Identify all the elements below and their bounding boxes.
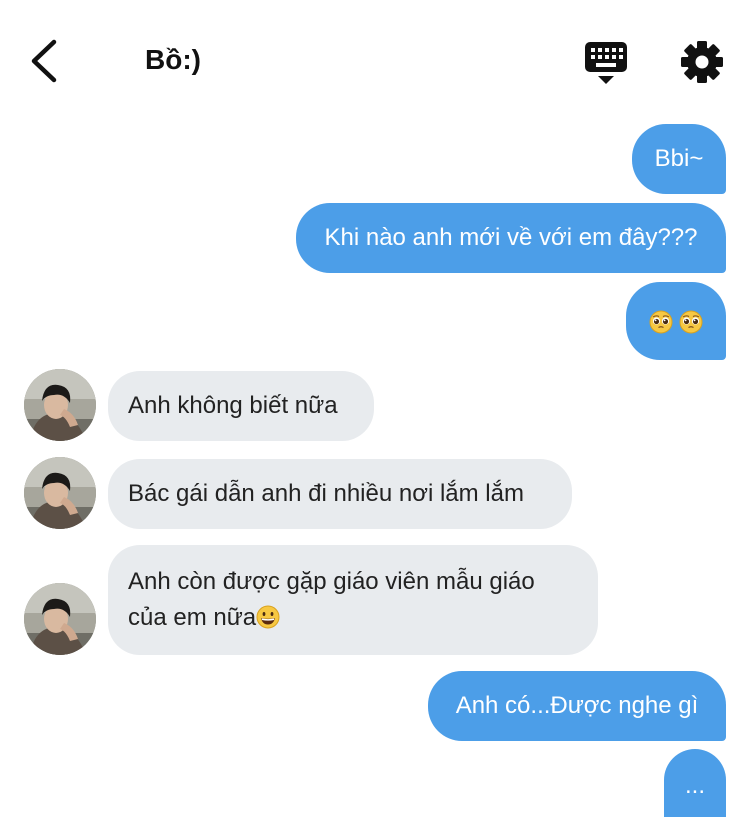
- gear-icon: [681, 41, 723, 83]
- avatar[interactable]: [24, 583, 96, 655]
- message-text: Anh không biết nữa: [128, 392, 338, 419]
- grinning-face-icon: [256, 605, 280, 629]
- incoming-message[interactable]: Anh còn được gặp giáo viên mẫu giáo của …: [108, 545, 598, 655]
- outgoing-message[interactable]: Anh có...Được nghe gì: [428, 671, 726, 741]
- outgoing-message[interactable]: [626, 282, 726, 360]
- outgoing-message[interactable]: ...: [664, 749, 726, 817]
- message-text: Bbi~: [654, 145, 704, 172]
- message-text-line: của em nữa: [128, 600, 598, 636]
- chat-title[interactable]: Bồ:): [145, 44, 201, 76]
- chat-header: Bồ:): [0, 0, 750, 110]
- keyboard-icon: [585, 42, 627, 84]
- keyboard-button[interactable]: [582, 40, 630, 86]
- incoming-message[interactable]: Bác gái dẫn anh đi nhiều nơi lắm lắm: [108, 459, 572, 529]
- avatar[interactable]: [24, 457, 96, 529]
- message-text: Anh có...Được nghe gì: [455, 692, 699, 719]
- avatar-photo: [24, 583, 96, 655]
- pleading-face-icon: [679, 310, 703, 334]
- outgoing-message[interactable]: Khi nào anh mới về với em đây???: [296, 203, 726, 273]
- avatar-photo: [24, 457, 96, 529]
- pleading-face-icon: [649, 310, 673, 334]
- message-text: ...: [684, 772, 705, 799]
- message-text: Khi nào anh mới về với em đây???: [324, 224, 698, 251]
- chevron-left-icon: [31, 39, 57, 83]
- incoming-message[interactable]: Anh không biết nữa: [108, 371, 374, 441]
- avatar[interactable]: [24, 369, 96, 441]
- message-text-line: Anh còn được gặp giáo viên mẫu giáo: [128, 568, 535, 595]
- outgoing-message[interactable]: Bbi~: [632, 124, 726, 194]
- avatar-photo: [24, 369, 96, 441]
- settings-button[interactable]: [680, 40, 724, 84]
- message-text: Bác gái dẫn anh đi nhiều nơi lắm lắm: [128, 480, 524, 507]
- back-button[interactable]: [22, 36, 66, 86]
